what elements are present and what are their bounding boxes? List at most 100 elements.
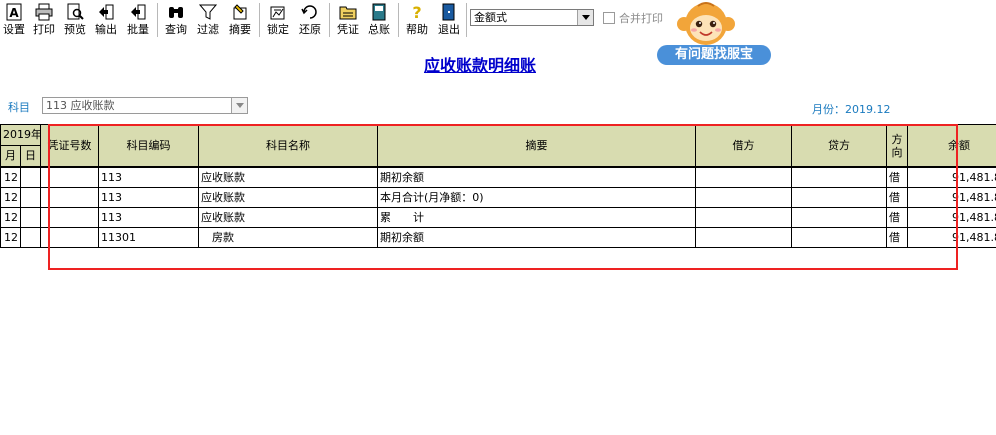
voucher-cell [40,187,99,208]
direction-header-bottom: 向 [891,145,903,159]
debit-cell [695,166,792,188]
chevron-down-icon[interactable] [231,98,247,113]
print-label: 打印 [33,23,55,36]
account-code-cell: 11301 [98,227,199,248]
print-button[interactable]: 打印 [30,2,58,38]
direction-header: 方 向 [886,124,908,168]
merge-print-checkbox[interactable]: 合并打印 [603,10,663,26]
month-cell: 12 [0,166,21,188]
exit-button[interactable]: 退出 [435,2,463,38]
restore-icon [301,5,317,19]
day-cell [20,227,41,248]
query-button[interactable]: 查询 [162,2,190,38]
summary-button[interactable]: 摘要 [226,2,254,38]
ledger-table: 2019年 凭证号数 科目编码 科目名称 摘要 借方 贷方 方 向 余额 月 日… [0,124,996,248]
restore-label: 还原 [299,23,321,36]
direction-header-top: 方 [891,132,903,146]
voucher-cell [40,227,99,248]
subject-select[interactable]: 113 应收账款 [42,97,248,114]
svg-text:A: A [9,6,19,20]
direction-cell: 借 [886,166,908,188]
general-ledger-button[interactable]: 总账 [365,2,393,38]
summary-cell: 累 计 [377,207,696,228]
day-header: 日 [20,145,41,168]
lock-label: 锁定 [267,23,289,36]
toolbar-separator [329,3,330,37]
preview-button[interactable]: 预览 [61,2,89,38]
toolbar-separator [157,3,158,37]
account-code-cell: 113 [98,207,199,228]
printer-icon [35,3,53,21]
export-label: 输出 [95,23,117,36]
table-row[interactable]: 12 113 应收账款 期初余额 借 91,481.87 [0,166,996,188]
help-button[interactable]: ? 帮助 [403,2,431,38]
report-title: 应收账款明细账 [423,56,536,75]
ledger-book-icon [372,3,386,21]
direction-cell: 借 [886,187,908,208]
account-name-header: 科目名称 [198,124,378,168]
monkey-mascot-icon[interactable] [676,0,736,46]
checkbox-icon[interactable] [603,12,615,24]
toolbar-separator [398,3,399,37]
month-header: 月 [0,145,21,168]
voucher-header: 凭证号数 [40,124,99,168]
balance-cell: 91,481.87 [907,227,996,248]
day-cell [20,166,41,188]
account-code-cell: 113 [98,166,199,188]
summary-header: 摘要 [377,124,696,168]
table-row[interactable]: 12 11301 房款 期初余额 借 91,481.87 [0,227,996,248]
batch-label: 批量 [127,23,149,36]
debit-header: 借方 [695,124,792,168]
exit-icon [442,3,455,21]
account-name-cell: 应收账款 [198,187,378,208]
balance-header: 余额 [907,124,996,168]
export-icon [99,4,114,20]
account-code-header: 科目编码 [98,124,199,168]
lock-icon [270,6,285,20]
account-name-cell: 应收账款 [198,166,378,188]
help-icon: ? [412,3,421,21]
month-cell: 12 [0,207,21,228]
debit-cell [695,187,792,208]
summary-cell: 期初余额 [377,227,696,248]
restore-button[interactable]: 还原 [296,2,324,38]
batch-icon [131,4,146,20]
summary-label: 摘要 [229,23,251,36]
credit-cell [791,166,887,188]
credit-cell [791,187,887,208]
exit-label: 退出 [438,23,460,36]
batch-button[interactable]: 批量 [124,2,152,38]
balance-cell: 91,481.87 [907,207,996,228]
preview-icon [67,3,84,20]
toolbar-separator [466,3,467,37]
balance-cell: 91,481.87 [907,187,996,208]
toolbar: A 设置 打印 预览 输出 批量 查询 过滤 摘要 锁定 还原 凭证 总账 ? … [0,0,996,40]
month-cell: 12 [0,187,21,208]
export-button[interactable]: 输出 [92,2,120,38]
chevron-down-icon[interactable] [577,10,593,25]
filter-label: 过滤 [197,23,219,36]
table-row[interactable]: 12 113 应收账款 本月合计(月净额：0) 借 91,481.87 [0,187,996,208]
toolbar-separator [259,3,260,37]
account-name-cell: 房款 [198,227,378,248]
settings-label: 设置 [3,23,25,36]
lock-button[interactable]: 锁定 [264,2,292,38]
filter-button[interactable]: 过滤 [194,2,222,38]
summary-cell: 期初余额 [377,166,696,188]
summary-cell: 本月合计(月净额：0) [377,187,696,208]
query-label: 查询 [165,23,187,36]
settings-button[interactable]: A 设置 [1,2,27,38]
format-select[interactable]: 金额式 [470,9,594,26]
voucher-button[interactable]: 凭证 [334,2,362,38]
direction-cell: 借 [886,227,908,248]
credit-header: 贷方 [791,124,887,168]
balance-cell: 91,481.87 [907,166,996,188]
direction-cell: 借 [886,207,908,228]
table-row[interactable]: 12 113 应收账款 累 计 借 91,481.87 [0,207,996,228]
credit-cell [791,207,887,228]
debit-cell [695,207,792,228]
period-label: 月份：2019.12 [812,103,891,116]
year-header: 2019年 [0,124,41,146]
format-select-value: 金额式 [474,11,507,24]
debit-cell [695,227,792,248]
